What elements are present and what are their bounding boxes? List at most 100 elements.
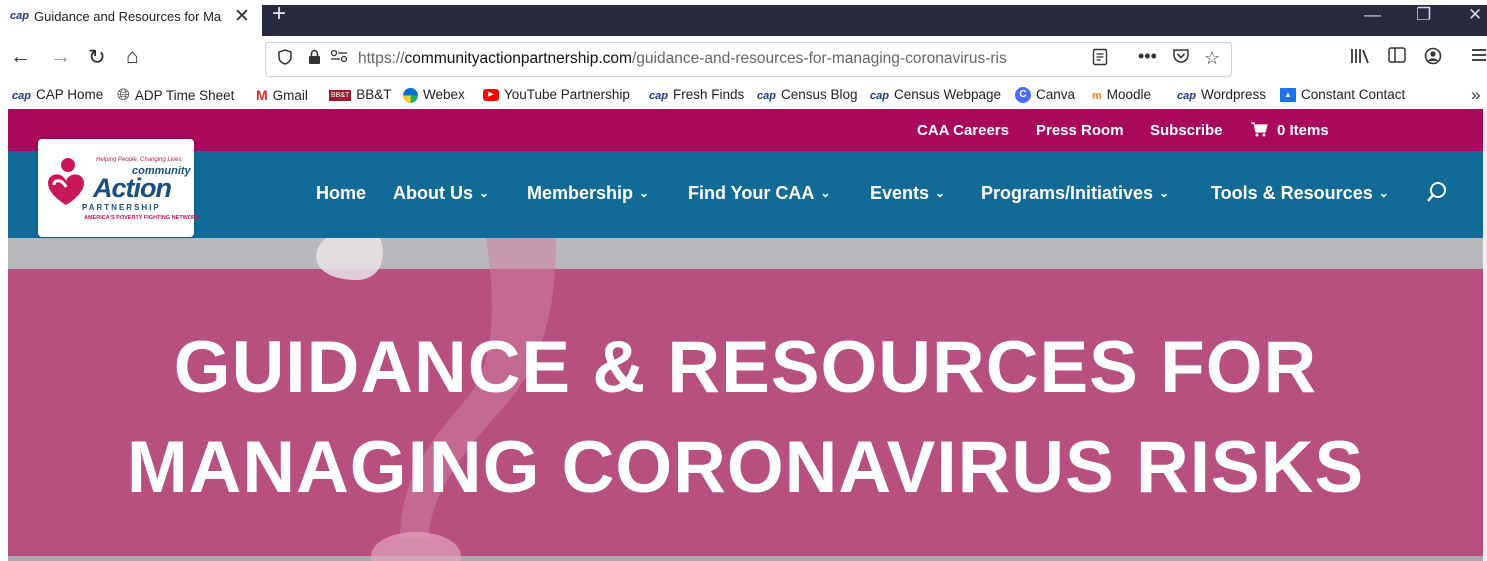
bookmark-label: CAP Home (35, 87, 104, 102)
bookmark-gmail[interactable]: M Gmail (256, 87, 308, 103)
bookmark-cap-home[interactable]: cap CAP Home (12, 87, 103, 102)
page-actions-icon[interactable]: ••• (1138, 46, 1157, 67)
chevron-down-icon: ⌄ (639, 186, 650, 200)
site-logo[interactable]: Helping People. Changing Lives. communit… (38, 139, 200, 237)
page-scrollbar[interactable] (1483, 109, 1487, 561)
chevron-down-icon: ⌄ (820, 186, 831, 200)
press-room-link[interactable]: Press Room (1036, 122, 1124, 139)
web-page: CAA Careers Press Room Subscribe 0 Items… (8, 109, 1483, 561)
bookmark-label: Constant Contact (1301, 87, 1406, 102)
reload-icon[interactable]: ↻ (88, 45, 106, 70)
bookmark-star-icon[interactable]: ☆ (1204, 48, 1220, 69)
youtube-icon: ▶ (483, 89, 499, 102)
url-domain: communityactionpartnership.com (404, 50, 632, 67)
url-prefix: https:// (358, 50, 405, 67)
library-icon[interactable] (1350, 47, 1370, 70)
bookmark-canva[interactable]: C Canva (1015, 87, 1076, 104)
bookmark-label: ADP Time Sheet (134, 88, 235, 103)
bookmarks-overflow-icon[interactable]: » (1471, 85, 1480, 105)
canva-icon: C (1015, 87, 1031, 104)
nav-home[interactable]: Home (316, 183, 366, 204)
nav-find-your-caa[interactable]: Find Your CAA ⌄ (688, 183, 830, 204)
bookmark-fresh-finds[interactable]: cap Fresh Finds (649, 87, 744, 102)
nav-events[interactable]: Events ⌄ (870, 183, 945, 204)
logo-action: Action (93, 173, 172, 203)
cap-icon: cap (12, 90, 31, 102)
caa-careers-link[interactable]: CAA Careers (917, 122, 1009, 139)
forward-icon[interactable]: → (50, 45, 71, 69)
menu-icon[interactable] (1471, 47, 1487, 68)
address-bar[interactable]: https://communityactionpartnership.com/g… (265, 42, 1232, 77)
bookmark-label: Gmail (272, 88, 308, 103)
chevron-down-icon: ⌄ (935, 186, 946, 200)
nav-label: Find Your CAA (688, 183, 815, 203)
tab-strip-background (262, 5, 1487, 36)
hero-banner: GUIDANCE & RESOURCES FOR MANAGING CORONA… (8, 238, 1483, 561)
nav-programs-initiatives[interactable]: Programs/Initiatives ⌄ (981, 183, 1169, 204)
subscribe-link[interactable]: Subscribe (1150, 122, 1223, 139)
chevron-down-icon: ⌄ (1159, 186, 1170, 200)
search-icon[interactable] (1426, 181, 1448, 208)
bookmark-label: Fresh Finds (672, 87, 745, 102)
cap-icon: cap (1177, 90, 1196, 102)
url-path: /guidance-and-resources-for-managing-cor… (631, 50, 1007, 67)
shield-icon[interactable] (278, 49, 292, 70)
bookmark-youtube-partnership[interactable]: ▶ YouTube Partnership (483, 87, 630, 102)
bookmark-label: Census Webpage (893, 87, 1002, 102)
sidebar-icon[interactable] (1388, 47, 1406, 68)
nav-label: Programs/Initiatives (981, 183, 1154, 203)
logo-network: AMERICA'S POVERTY FIGHTING NETWORK (84, 215, 201, 221)
nav-tools-resources[interactable]: Tools & Resources ⌄ (1211, 183, 1389, 204)
nav-label: Home (316, 183, 367, 203)
pocket-icon[interactable] (1172, 48, 1190, 70)
url-text[interactable]: https://communityactionpartnership.com/g… (358, 50, 1058, 68)
new-tab-button[interactable]: + (272, 0, 286, 28)
cart-link[interactable]: 0 Items (1251, 122, 1329, 139)
tab-strip: cap Guidance and Resources for Ma ✕ + — … (0, 0, 1487, 36)
bbt-icon: BB&T (329, 89, 352, 101)
bookmark-adp-time-sheet[interactable]: 🌐︎ ADP Time Sheet (117, 87, 234, 105)
nav-label: Events (870, 183, 930, 203)
permissions-icon[interactable] (330, 49, 348, 68)
chevron-down-icon: ⌄ (1378, 186, 1389, 200)
bookmark-label: Canva (1036, 87, 1076, 102)
minimize-icon[interactable]: — (1364, 5, 1381, 25)
bookmarks-toolbar: cap CAP Home 🌐︎ ADP Time Sheet M Gmail BB&T… (0, 82, 1487, 109)
bookmark-bbt[interactable]: BB&T BB&T (329, 87, 392, 102)
cap-icon: cap (757, 90, 776, 102)
hero-title-line-1: GUIDANCE & RESOURCES FOR (173, 327, 1318, 408)
bookmark-webex[interactable]: Webex (403, 87, 465, 103)
browser-tab[interactable]: cap Guidance and Resources for Ma ✕ (0, 0, 262, 36)
cap-favicon-icon: cap (10, 10, 29, 22)
bookmark-moodle[interactable]: m Moodle (1092, 87, 1151, 102)
moodle-icon: m (1092, 90, 1102, 102)
tab-title: Guidance and Resources for Ma (34, 9, 222, 24)
home-icon[interactable]: ⌂ (126, 45, 139, 69)
back-icon[interactable]: ← (10, 45, 31, 69)
nav-membership[interactable]: Membership ⌄ (527, 183, 649, 204)
globe-icon: 🌐︎ (117, 87, 130, 104)
bookmark-label: Census Blog (780, 87, 858, 102)
cart-count: 0 Items (1277, 122, 1329, 139)
tab-close-icon[interactable]: ✕ (234, 5, 250, 28)
bookmark-label: Moodle (1106, 87, 1152, 102)
lock-icon[interactable] (308, 49, 321, 70)
bookmark-label: Wordpress (1200, 87, 1266, 102)
bookmark-constant-contact[interactable]: ▲ Constant Contact (1280, 87, 1406, 103)
bookmark-census-webpage[interactable]: cap Census Webpage (870, 87, 1001, 102)
close-window-icon[interactable]: ✕ (1468, 5, 1482, 25)
bookmark-label: YouTube Partnership (504, 87, 630, 102)
cap-icon: cap (870, 90, 889, 102)
cap-icon: cap (649, 90, 668, 102)
cart-icon (1251, 122, 1268, 137)
reader-view-icon[interactable] (1092, 48, 1108, 71)
nav-about-us[interactable]: About Us ⌄ (393, 183, 489, 204)
account-icon[interactable] (1424, 47, 1442, 70)
bookmark-wordpress[interactable]: cap Wordpress (1177, 87, 1266, 102)
bookmark-label: Webex (423, 87, 465, 102)
hero-title-line-2: MANAGING CORONAVIRUS RISKS (126, 427, 1365, 508)
utility-bar: CAA Careers Press Room Subscribe 0 Items (8, 109, 1483, 151)
restore-icon[interactable]: ❐ (1416, 5, 1431, 25)
nav-label: About Us (393, 183, 473, 203)
bookmark-census-blog[interactable]: cap Census Blog (757, 87, 858, 102)
